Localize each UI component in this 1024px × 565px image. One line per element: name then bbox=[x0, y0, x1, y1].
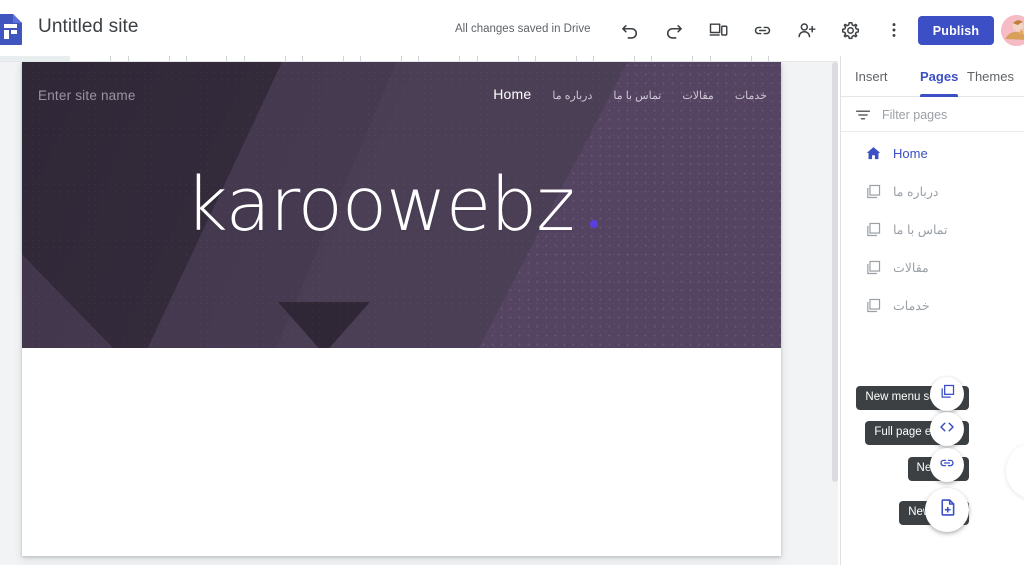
settings-gear-icon[interactable] bbox=[835, 15, 865, 45]
avatar[interactable] bbox=[1001, 15, 1024, 46]
page-list-item-label: تماس با ما bbox=[893, 222, 948, 237]
full-page-embed-button[interactable] bbox=[930, 412, 964, 446]
link-icon bbox=[938, 454, 956, 477]
share-with-others-icon[interactable] bbox=[791, 15, 821, 45]
pages-list: Home درباره ما تماس با ما مقالات خدمات bbox=[841, 134, 1024, 384]
page-body-empty-area[interactable] bbox=[22, 348, 781, 556]
page-list-item-services[interactable]: خدمات bbox=[841, 286, 1024, 324]
nav-link-home[interactable]: Home bbox=[493, 86, 531, 102]
new-link-button[interactable] bbox=[930, 448, 964, 482]
page-list-item-about[interactable]: درباره ما bbox=[841, 172, 1024, 210]
top-toolbar: Untitled site All changes saved in Drive bbox=[0, 0, 1024, 56]
page-icon bbox=[865, 259, 882, 276]
nav-link-articles[interactable]: مقالات bbox=[682, 89, 713, 102]
site-banner-section[interactable]: Enter site name Home درباره ما تماس با م… bbox=[22, 62, 781, 348]
page-list-item-label: Home bbox=[893, 145, 928, 161]
undo-icon[interactable] bbox=[615, 15, 645, 45]
tab-insert[interactable]: Insert bbox=[855, 56, 888, 97]
new-page-icon bbox=[937, 497, 958, 523]
page-list-item-contact[interactable]: تماس با ما bbox=[841, 210, 1024, 248]
preview-icon[interactable] bbox=[703, 15, 733, 45]
code-embed-icon bbox=[938, 418, 956, 441]
page-list-item-label: خدمات bbox=[893, 298, 930, 313]
publish-button[interactable]: Publish bbox=[918, 16, 994, 45]
home-icon bbox=[865, 145, 882, 162]
page-list-item-label: مقالات bbox=[893, 260, 929, 275]
page-icon bbox=[865, 297, 882, 314]
filter-pages-row[interactable]: Filter pages bbox=[841, 98, 1024, 132]
page-action-fab-stack: New menu section Full page embed New lin… bbox=[812, 370, 1024, 535]
filter-pages-input[interactable]: Filter pages bbox=[882, 108, 947, 122]
tab-pages[interactable]: Pages bbox=[920, 56, 959, 97]
page-icon bbox=[865, 221, 882, 238]
nav-link-about[interactable]: درباره ما bbox=[552, 89, 592, 102]
tab-themes[interactable]: Themes bbox=[967, 56, 1014, 97]
filter-icon bbox=[854, 106, 872, 124]
page-list-item-home[interactable]: Home bbox=[841, 134, 1024, 172]
page-list-item-label: درباره ما bbox=[893, 184, 939, 199]
banner-navigation: Home درباره ما تماس با ما مقالات خدمات bbox=[493, 86, 767, 102]
new-menu-section-icon bbox=[939, 383, 956, 405]
google-sites-logo-icon[interactable] bbox=[0, 13, 24, 45]
site-page-canvas[interactable]: Enter site name Home درباره ما تماس با م… bbox=[22, 62, 781, 556]
new-page-button[interactable] bbox=[925, 488, 969, 532]
page-title[interactable]: Untitled site bbox=[38, 16, 139, 38]
redo-icon[interactable] bbox=[659, 15, 689, 45]
nav-link-contact[interactable]: تماس با ما bbox=[613, 89, 661, 102]
new-menu-section-button[interactable] bbox=[930, 377, 964, 411]
more-options-icon[interactable] bbox=[879, 15, 909, 45]
copy-link-icon[interactable] bbox=[747, 15, 777, 45]
page-icon bbox=[865, 183, 882, 200]
page-list-item-articles[interactable]: مقالات bbox=[841, 248, 1024, 286]
panel-tab-bar: Insert Pages Themes bbox=[841, 56, 1024, 97]
save-status-text: All changes saved in Drive bbox=[455, 23, 591, 35]
banner-vignette bbox=[22, 62, 781, 348]
nav-link-services[interactable]: خدمات bbox=[735, 89, 767, 102]
site-name-input[interactable]: Enter site name bbox=[38, 88, 136, 103]
site-editor-canvas-area: Enter site name Home درباره ما تماس با م… bbox=[0, 62, 838, 565]
canvas-ruler bbox=[0, 55, 838, 62]
